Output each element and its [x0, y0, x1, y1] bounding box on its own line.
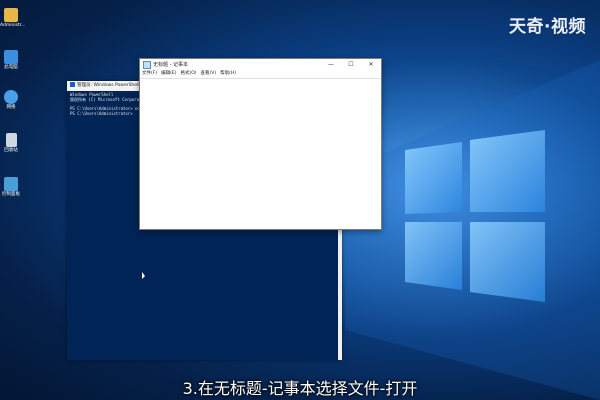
menu-format[interactable]: 格式(O) [180, 70, 196, 78]
maximize-button[interactable]: ☐ [341, 59, 361, 70]
notepad-title: 无标题 - 记事本 [153, 62, 188, 68]
menu-view[interactable]: 查看(V) [201, 70, 217, 78]
subtitle-caption: 3.在无标题-记事本选择文件-打开 [182, 379, 418, 398]
menu-file[interactable]: 文件(F) [142, 70, 157, 78]
notepad-window[interactable]: 无标题 - 记事本 — ☐ ✕ 文件(F) 编辑(E) 格式(O) 查看(V) … [139, 58, 382, 230]
desktop-icon-this-pc[interactable]: 此电脑 [0, 50, 22, 71]
menu-edit[interactable]: 编辑(E) [161, 70, 176, 78]
desktop-icon-control-panel[interactable]: 控制面板 [0, 177, 22, 198]
notepad-titlebar[interactable]: 无标题 - 记事本 — ☐ ✕ [140, 59, 381, 70]
desktop[interactable]: Administr... 此电脑 网络 回收站 控制面板 管理员: Window… [0, 0, 600, 400]
computer-icon [4, 50, 18, 64]
folder-user-icon [4, 8, 18, 22]
recycle-bin-icon [5, 133, 17, 147]
notepad-icon [143, 60, 151, 69]
notepad-menubar: 文件(F) 编辑(E) 格式(O) 查看(V) 帮助(H) [140, 70, 381, 78]
minimize-button[interactable]: — [321, 59, 341, 70]
powershell-title: 管理员: Windows PowerShell [77, 83, 140, 88]
desktop-icon-administrator[interactable]: Administr... [0, 8, 25, 29]
close-button[interactable]: ✕ [361, 59, 381, 70]
control-panel-icon [4, 177, 18, 191]
notepad-text-area[interactable] [140, 78, 381, 229]
desktop-icon-network[interactable]: 网络 [0, 90, 22, 111]
network-icon [4, 90, 18, 104]
desktop-icon-recycle-bin[interactable]: 回收站 [0, 133, 22, 154]
menu-help[interactable]: 帮助(H) [220, 70, 236, 78]
powershell-icon [70, 82, 75, 87]
watermark-logo: 天奇·视频 [509, 17, 586, 37]
mouse-cursor [142, 272, 145, 279]
